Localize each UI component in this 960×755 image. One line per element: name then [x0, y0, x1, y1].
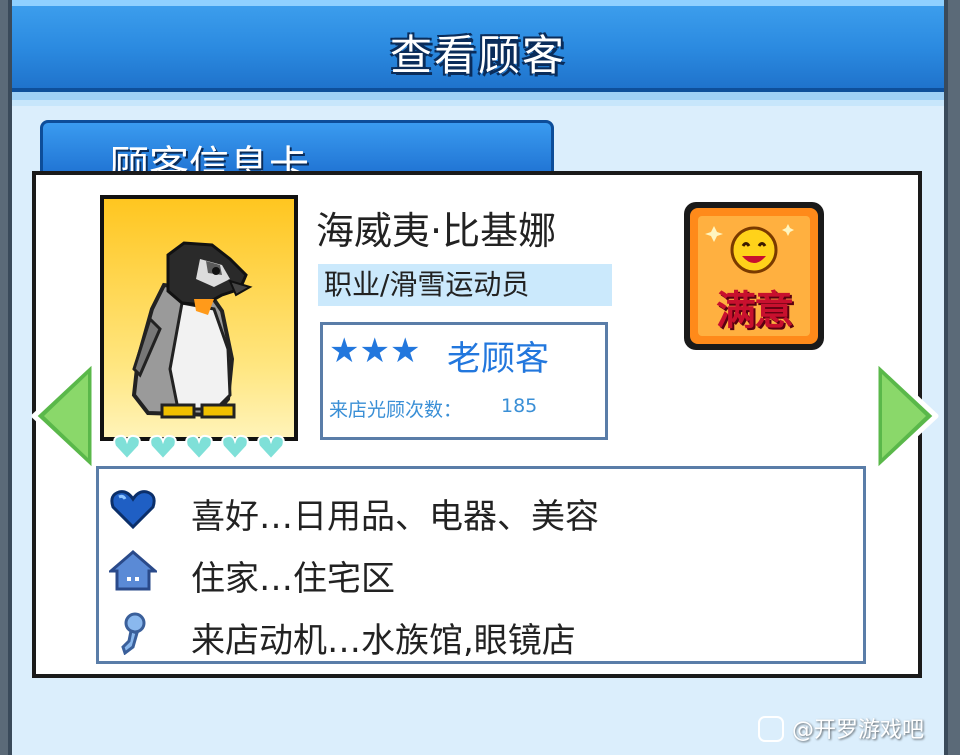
customer-info-list: 喜好…日用品、电器、美容 住家…住宅区 来店动机…水族馆,眼镜店: [96, 466, 866, 664]
page-title: 查看顾客: [389, 31, 566, 80]
list-item: 住家…住宅区: [99, 539, 863, 599]
title-bar: 查看顾客: [12, 0, 944, 92]
residence-text: 住家…住宅区: [191, 559, 395, 599]
customer-portrait: [100, 195, 298, 441]
heart-meter: [112, 432, 292, 468]
watermark: @开罗游戏吧: [792, 718, 925, 743]
satisfaction-label: 满意: [716, 288, 794, 334]
visits-count: 185: [501, 395, 538, 417]
preference-text: 喜好…日用品、电器、美容: [191, 497, 599, 537]
list-item: 喜好…日用品、电器、美容: [99, 477, 863, 537]
heart-icon: [110, 490, 156, 530]
watermark-icon: [758, 716, 784, 742]
house-icon: [109, 550, 157, 591]
list-item: 来店动机…水族馆,眼镜店: [99, 601, 863, 661]
prev-arrow-button[interactable]: [28, 356, 98, 476]
satisfaction-badge: 满意: [680, 198, 828, 354]
customer-job: 职业/滑雪运动员: [318, 264, 612, 306]
customer-level: 老顾客: [447, 339, 549, 379]
visits-label: 来店光顾次数：: [329, 399, 463, 421]
heart-icon: [113, 434, 141, 461]
heart-icon: [149, 434, 177, 461]
keyhole-icon: [121, 612, 146, 655]
heart-icon: [221, 434, 249, 461]
status-box: ★★★ 老顾客 来店光顾次数： 185: [320, 322, 608, 440]
heart-icon: [185, 434, 213, 461]
star-rating: ★★★: [329, 331, 421, 371]
next-arrow-button[interactable]: [872, 356, 942, 476]
motive-text: 来店动机…水族馆,眼镜店: [191, 621, 576, 661]
heart-icon: [257, 434, 285, 461]
customer-name: 海威夷·比基娜: [316, 209, 557, 253]
penguin-icon: [131, 241, 253, 419]
